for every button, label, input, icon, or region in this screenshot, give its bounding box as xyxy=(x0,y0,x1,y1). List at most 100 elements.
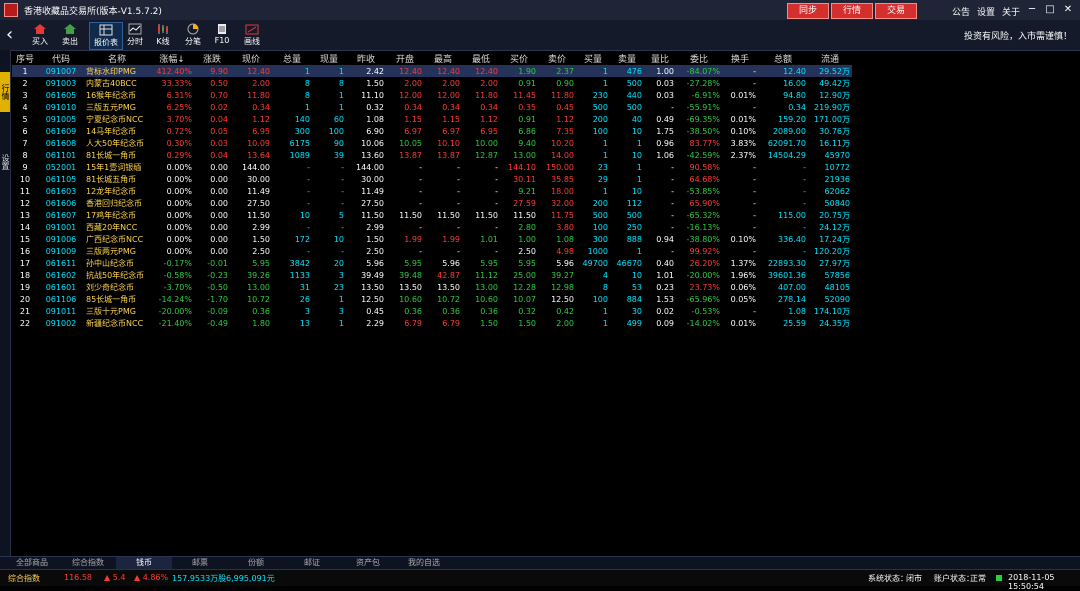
table-row[interactable]: 3 061605 16猴年纪念币 6.31% 0.70 11.80 8 1 11.10 12.00… xyxy=(12,89,852,101)
table-row[interactable]: 8 061101 81长城一角币 0.29% 0.04 13.64 1089 39 13.60 1… xyxy=(12,149,852,161)
column-header[interactable]: 委比 xyxy=(676,52,722,65)
settings-link[interactable]: 设置 xyxy=(977,5,995,18)
category-tab[interactable]: 邮证 xyxy=(284,557,340,569)
kline-button[interactable]: K线 xyxy=(147,22,179,48)
column-header[interactable]: 总量 xyxy=(272,52,312,65)
table-cell: -0.50 xyxy=(207,282,228,292)
left-sidebar: 行情 设置 xyxy=(0,50,11,556)
column-header[interactable]: 名称 xyxy=(84,52,150,65)
category-tab[interactable]: 邮票 xyxy=(172,557,228,569)
table-cell: 3 xyxy=(22,90,28,100)
table-row[interactable]: 17 061611 孙中山纪念币 -0.17% -0.01 5.95 3842 20 5.96 5… xyxy=(12,257,852,269)
column-header[interactable]: 涨幅↓ xyxy=(150,52,194,65)
table-row[interactable]: 1 091007 背标水印PMG 412.40% 9.90 12.40 1 1 2.42 12.4… xyxy=(12,65,852,77)
column-header[interactable]: 现价 xyxy=(230,52,272,65)
column-header[interactable]: 序号 xyxy=(12,52,38,65)
sync-button[interactable]: 同步 xyxy=(787,3,829,19)
table-cell: 39601.36 xyxy=(767,270,806,280)
column-header[interactable]: 卖量 xyxy=(610,52,644,65)
table-cell: -0.58% xyxy=(163,270,192,280)
buy-button[interactable]: 买入 xyxy=(24,22,56,48)
column-header[interactable]: 代码 xyxy=(38,52,84,65)
tick-button[interactable]: 分笔 xyxy=(177,22,209,48)
table-cell: - xyxy=(307,222,310,232)
table-cell: 061611 xyxy=(45,258,77,268)
table-cell: 0.70 xyxy=(210,90,228,100)
table-row[interactable]: 11 061603 12龙年纪念币 0.00% 0.00 11.49 - - 11.49 - - - 9… xyxy=(12,185,852,197)
table-row[interactable]: 6 061609 14马年纪念币 0.72% 0.05 6.95 300 100 6.90 6.9… xyxy=(12,125,852,137)
table-row[interactable]: 18 061602 抗战50年纪念币 -0.58% -0.23 39.26 1133 3 39.… xyxy=(12,269,852,281)
close-icon[interactable]: ✕ xyxy=(1060,2,1076,18)
table-cell: 1.06 xyxy=(656,150,674,160)
table-cell: 300 xyxy=(294,126,310,136)
category-tab[interactable]: 全部商品 xyxy=(4,557,60,569)
table-cell: 6.31% xyxy=(166,90,192,100)
sell-button[interactable]: 卖出 xyxy=(54,22,86,48)
table-cell: 1 xyxy=(602,318,608,328)
table-row[interactable]: 22 091002 新疆纪念币NCC -21.40% -0.49 1.80 13 1 2.29 6… xyxy=(12,317,852,329)
table-cell: 10.05 xyxy=(399,138,422,148)
table-cell: -53.85% xyxy=(686,186,720,196)
column-header[interactable]: 卖价 xyxy=(538,52,576,65)
table-row[interactable]: 4 091010 三版五元PMG 6.25% 0.02 0.34 1 1 0.32 0.34 0.3… xyxy=(12,101,852,113)
category-tab[interactable]: 我的自选 xyxy=(396,557,452,569)
minimize-icon[interactable]: ─ xyxy=(1024,2,1040,18)
table-row[interactable]: 2 091003 内蒙古40BCC 33.33% 0.50 2.00 8 8 1.50 2.00 2… xyxy=(12,77,852,89)
trade-button[interactable]: 交易 xyxy=(875,3,917,19)
table-cell: 1.12 xyxy=(480,114,498,124)
table-row[interactable]: 15 091006 广西纪念币NCC 0.00% 0.00 1.50 172 10 1.50 1.… xyxy=(12,233,852,245)
table-row[interactable]: 7 061608 人大50年纪念币 0.30% 0.03 10.09 6175 90 10.06… xyxy=(12,137,852,149)
column-header[interactable]: 量比 xyxy=(644,52,676,65)
table-row[interactable]: 5 091005 宁夏纪念币NCC 3.70% 0.04 1.12 140 60 1.08 1.1… xyxy=(12,113,852,125)
table-cell: 39.27 xyxy=(551,270,574,280)
quotes-button[interactable]: 行情 xyxy=(831,3,873,19)
table-cell: - xyxy=(307,162,310,172)
category-tab[interactable]: 综合指数 xyxy=(60,557,116,569)
column-header[interactable]: 昨收 xyxy=(346,52,386,65)
category-tab[interactable]: 钱币 xyxy=(116,557,172,569)
category-tab[interactable]: 份额 xyxy=(228,557,284,569)
index-label: 综合指数 xyxy=(8,574,40,583)
table-row[interactable]: 14 091001 西藏20年NCC 0.00% 0.00 2.99 - - 2.99 - - - 2.… xyxy=(12,221,852,233)
column-header[interactable]: 换手 xyxy=(722,52,758,65)
table-cell: - xyxy=(671,210,674,220)
table-cell: 1 xyxy=(636,138,642,148)
column-header[interactable]: 涨跌 xyxy=(194,52,230,65)
table-cell: 4 xyxy=(602,270,608,280)
table-cell: 33.33% xyxy=(161,78,192,88)
table-row[interactable]: 10 061105 81长城五角币 0.00% 0.00 30.00 - - 30.00 - - - 3… xyxy=(12,173,852,185)
column-header[interactable]: 买价 xyxy=(500,52,538,65)
table-row[interactable]: 16 091009 三版两元PMG 0.00% 0.00 2.50 - - 2.50 - - - 2.5… xyxy=(12,245,852,257)
table-cell: 10.09 xyxy=(247,138,270,148)
about-link[interactable]: 关于 xyxy=(1002,5,1020,18)
sidebar-tab-settings[interactable]: 设置 xyxy=(0,142,10,182)
table-row[interactable]: 9 052001 15年1壹词银缅 0.00% 0.00 144.00 - - 144.00 - -… xyxy=(12,161,852,173)
column-header[interactable]: 买量 xyxy=(576,52,610,65)
draw-line-button[interactable]: 画线 xyxy=(236,22,268,48)
table-row[interactable]: 13 061607 17鸡年纪念币 0.00% 0.00 11.50 10 5 11.50 11.… xyxy=(12,209,852,221)
table-row[interactable]: 12 061606 香港回归纪念币 0.00% 0.00 27.50 - - 27.50 - - - 2… xyxy=(12,197,852,209)
quote-table-button[interactable]: 报价表 xyxy=(89,22,123,50)
table-row[interactable]: 20 061106 85长城一角币 -14.24% -1.70 10.72 26 1 12.50… xyxy=(12,293,852,305)
column-header[interactable]: 流通 xyxy=(808,52,852,65)
table-cell: 背标水印PMG xyxy=(84,65,150,77)
table-cell: 0.09 xyxy=(656,318,674,328)
column-header[interactable]: 开盘 xyxy=(386,52,424,65)
column-header[interactable]: 最高 xyxy=(424,52,462,65)
f10-button[interactable]: F10 xyxy=(206,22,238,48)
announcement-link[interactable]: 公告 xyxy=(952,5,970,18)
column-header[interactable]: 总额 xyxy=(758,52,808,65)
column-header[interactable]: 最低 xyxy=(462,52,500,65)
table-row[interactable]: 19 061601 刘少奇纪念币 -3.70% -0.50 13.00 31 23 13.50 1… xyxy=(12,281,852,293)
category-tab[interactable]: 资产包 xyxy=(340,557,396,569)
table-cell: - xyxy=(341,162,344,172)
table-cell: - xyxy=(307,186,310,196)
table-cell: 24.12万 xyxy=(819,222,850,232)
sidebar-tab-quotes[interactable]: 行情 xyxy=(0,72,10,112)
maximize-icon[interactable]: □ xyxy=(1042,2,1058,18)
table-row[interactable]: 21 091011 三版十元PMG -20.00% -0.09 0.36 3 3 0.45 0.3… xyxy=(12,305,852,317)
table-cell: -14.24% xyxy=(158,294,192,304)
table-cell: - xyxy=(671,102,674,112)
column-header[interactable]: 现量 xyxy=(312,52,346,65)
back-arrow-icon[interactable]: ‹ xyxy=(6,26,18,44)
